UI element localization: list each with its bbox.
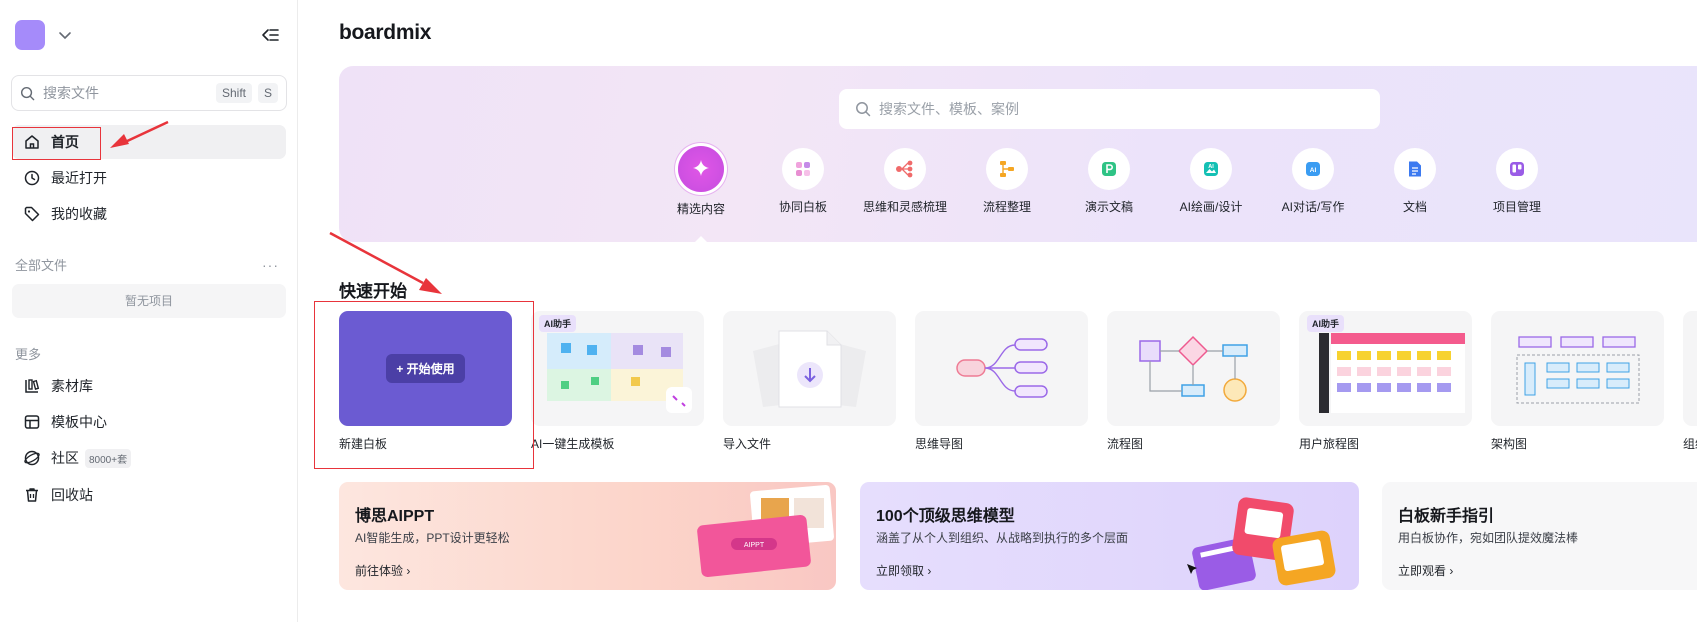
app-window: 搜索文件 Shift S 首页 最近打开 我的收藏 全部文件 ··· 暂无项目 … [0,0,1697,622]
annotation-arrow-home [110,134,129,148]
annotation-arrows [110,120,442,294]
annotation-arrow-quick-start [419,278,442,294]
